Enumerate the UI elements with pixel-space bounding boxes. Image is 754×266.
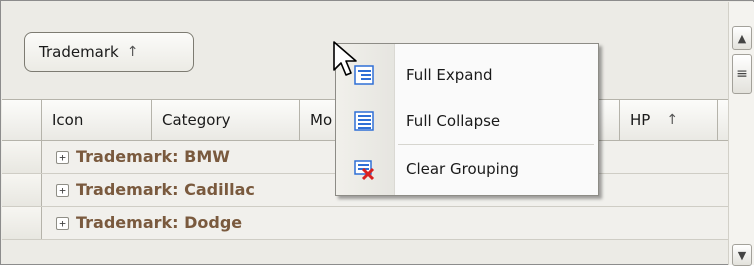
- sort-ascending-icon: ↑: [126, 44, 139, 60]
- chevron-up-icon: ▲: [737, 31, 747, 45]
- column-header-hp[interactable]: HP ↑: [620, 100, 718, 140]
- menu-item-full-expand[interactable]: Full Expand: [336, 52, 598, 98]
- chevron-down-icon: ▼: [737, 248, 747, 262]
- menu-item-full-collapse[interactable]: Full Collapse: [336, 98, 598, 144]
- group-row-label: Trademark: BMW: [76, 147, 230, 166]
- mouse-pointer-icon: [333, 41, 357, 76]
- row-indicator[interactable]: [2, 207, 42, 239]
- sort-ascending-icon: ↑: [666, 112, 679, 128]
- expand-plus-icon[interactable]: +: [56, 217, 69, 230]
- scroll-down-button[interactable]: ▼: [732, 244, 752, 266]
- vertical-scrollbar[interactable]: ▲ ≡ ▼: [728, 2, 754, 266]
- row-indicator[interactable]: [2, 141, 42, 173]
- context-menu: Full Expand Full Collapse Clear Grouping: [335, 43, 599, 196]
- column-header-icon[interactable]: Icon: [42, 100, 152, 140]
- scroll-thumb[interactable]: ≡: [732, 54, 752, 94]
- group-row-label: Trademark: Cadillac: [76, 180, 255, 199]
- grip-icon: ≡: [736, 66, 748, 82]
- expand-plus-icon[interactable]: +: [56, 151, 69, 164]
- full-collapse-icon: [354, 111, 374, 131]
- scroll-up-button[interactable]: ▲: [732, 26, 752, 50]
- menu-item-label: Full Expand: [406, 66, 493, 84]
- expand-plus-icon[interactable]: +: [56, 184, 69, 197]
- column-header-category[interactable]: Category: [152, 100, 300, 140]
- menu-separator: [398, 144, 594, 145]
- column-header-label: Category: [162, 111, 231, 129]
- column-header-label: Icon: [52, 111, 84, 129]
- menu-item-label: Clear Grouping: [406, 160, 519, 178]
- header-indicator-cell: [2, 100, 42, 140]
- column-header-label: HP: [630, 111, 651, 129]
- row-indicator[interactable]: [2, 174, 42, 206]
- menu-item-clear-grouping[interactable]: Clear Grouping: [336, 146, 598, 192]
- group-chip-label: Trademark: [39, 43, 119, 61]
- column-header-label: Mo: [310, 111, 333, 129]
- menu-item-label: Full Collapse: [406, 112, 501, 130]
- clear-grouping-icon: [354, 160, 375, 181]
- group-row-label: Trademark: Dodge: [76, 213, 243, 232]
- group-row[interactable]: + Trademark: Dodge: [2, 207, 728, 240]
- group-chip-trademark[interactable]: Trademark ↑: [24, 32, 194, 72]
- column-header-filler: [718, 100, 728, 140]
